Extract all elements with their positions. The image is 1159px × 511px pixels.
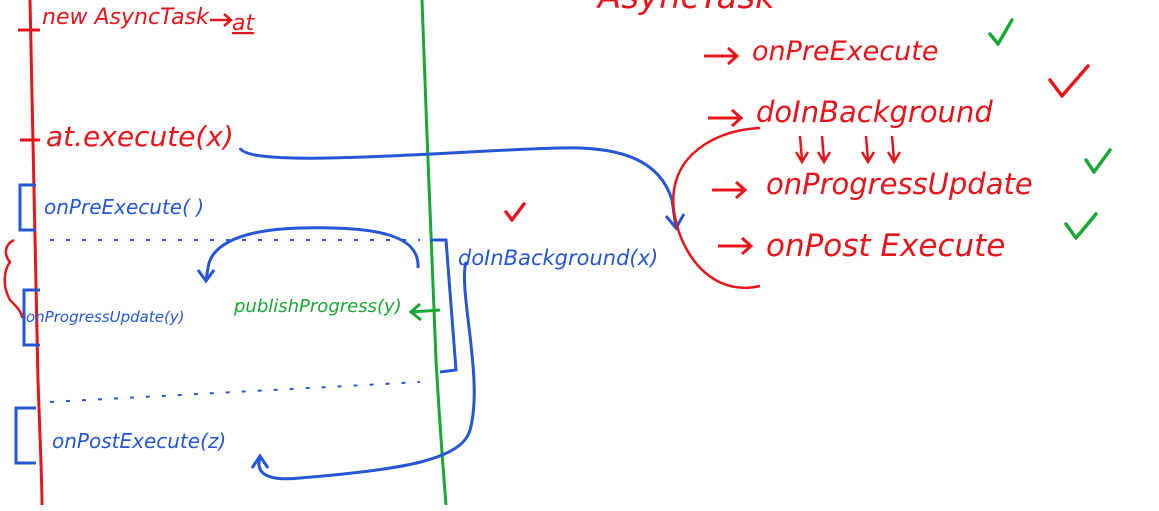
- step-on-post-execute: onPost Execute: [766, 228, 1005, 264]
- do-in-background-bg: doInBackground(x): [458, 246, 658, 270]
- check-step-1: [988, 18, 1014, 46]
- step-on-pre-execute: onPreExecute: [752, 36, 938, 67]
- arrow-step-3: [712, 180, 748, 200]
- background-thread-line: [420, 0, 448, 506]
- arrow-step-2: [708, 108, 744, 128]
- on-pre-execute-main: onPreExecute( ): [44, 195, 204, 219]
- async-task-whiteboard: new AsyncTask at at.execute(x) onPreExec…: [3, 0, 1112, 506]
- execute-call-text: at.execute(x): [46, 120, 234, 153]
- at-ref-text: at: [232, 11, 255, 36]
- check-step-3: [1084, 148, 1112, 174]
- divider-dashed-2: [49, 381, 421, 403]
- check-mark-background: [504, 202, 526, 222]
- lifecycle-title: AsyncTask: [596, 0, 776, 17]
- step-on-progress-update: onProgressUpdate: [766, 167, 1033, 201]
- brace-left: [3, 238, 24, 319]
- publish-progress-text: publishProgress(y): [233, 296, 402, 317]
- publish-to-progress-update-arrow: [196, 226, 420, 284]
- new-arrow: [210, 13, 233, 27]
- on-progress-update-main: onProgressUpdate(y): [26, 308, 185, 326]
- execute-to-background-arrow: [238, 146, 686, 231]
- on-post-execute-main: onPostExecute(z): [52, 429, 226, 453]
- check-step-2: [1048, 64, 1090, 98]
- arrow-step-4: [718, 236, 754, 256]
- step-do-in-background: doInBackground: [756, 95, 993, 129]
- main-thread-line: [28, 0, 44, 506]
- check-step-4: [1064, 212, 1098, 240]
- arrow-step-1: [704, 46, 740, 66]
- progress-down-arrows: [794, 135, 902, 165]
- bracket-post-execute: [14, 406, 36, 465]
- lifecycle-bracket: [672, 126, 761, 290]
- new-asynctask-text: new AsyncTask: [42, 5, 210, 30]
